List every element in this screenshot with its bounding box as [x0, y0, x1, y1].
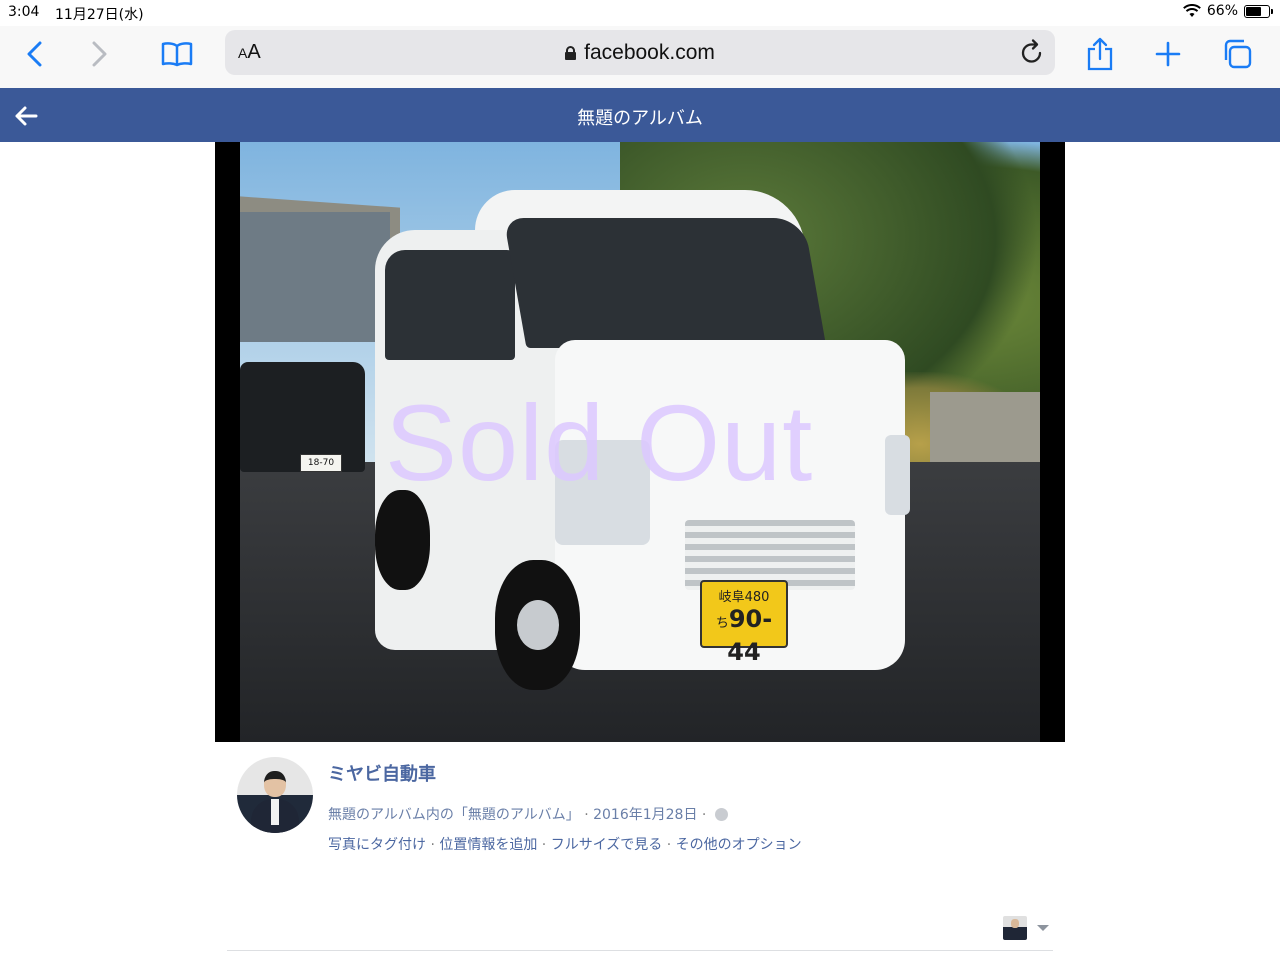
more-options-link[interactable]: その他のオプション: [676, 837, 802, 853]
plate-kana: ち: [715, 616, 729, 631]
url-display[interactable]: facebook.com: [225, 41, 1055, 65]
status-time: 3:04: [8, 4, 40, 20]
fb-header: 無題のアルバム: [0, 88, 1280, 142]
bookmarks-button[interactable]: [157, 34, 197, 74]
tabs-icon: [1224, 39, 1252, 69]
back-button[interactable]: [14, 34, 54, 74]
forward-chevron-icon: [92, 41, 107, 67]
van-windshield: [503, 218, 827, 348]
status-indicators: 66%: [1182, 3, 1273, 19]
divider: [227, 950, 1053, 951]
dark-car-plate: 18-70: [300, 454, 342, 472]
actions-separator: ·: [662, 837, 676, 853]
album-prefix: 無題のアルバム内の: [328, 807, 454, 823]
album-title: 無題のアルバム: [577, 108, 703, 129]
photo-dark-car: 18-70: [240, 362, 365, 472]
plate-number: 90-44: [727, 605, 773, 666]
commenter-avatar[interactable]: [1003, 916, 1027, 940]
meta-separator: ·: [579, 807, 594, 823]
back-chevron-icon: [27, 41, 42, 67]
tabs-button[interactable]: [1217, 34, 1257, 74]
address-bar[interactable]: AA facebook.com: [225, 30, 1055, 75]
van-rear-wheel: [375, 490, 430, 590]
bookmarks-book-icon: [161, 42, 193, 67]
wheel-hub: [517, 600, 559, 650]
actions-separator: ·: [426, 837, 440, 853]
post-meta: 無題のアルバム内の「無題のアルバム」 · 2016年1月28日 ·: [328, 804, 728, 824]
post-info: ミヤビ自動車 無題のアルバム内の「無題のアルバム」 · 2016年1月28日 ·…: [215, 742, 1065, 960]
album-link[interactable]: 「無題のアルバム」: [454, 807, 580, 823]
caret-down-icon[interactable]: [1037, 925, 1049, 931]
avatar-head: [264, 771, 286, 797]
wifi-icon: [1182, 4, 1201, 17]
reload-icon[interactable]: [1019, 38, 1045, 66]
url-text: facebook.com: [584, 41, 715, 64]
license-plate: 岐阜480 ち90-44: [700, 580, 788, 666]
photo-actions: 写真にタグ付け · 位置情報を追加 · フルサイズで見る · その他のオプション: [328, 834, 802, 854]
add-location-link[interactable]: 位置情報を追加: [439, 837, 537, 853]
browser-toolbar: AA facebook.com: [0, 26, 1280, 88]
view-full-size-link[interactable]: フルサイズで見る: [551, 837, 663, 853]
share-icon: [1087, 37, 1113, 71]
new-tab-button[interactable]: [1148, 34, 1188, 74]
post-date-link[interactable]: 2016年1月28日: [593, 807, 697, 823]
photo-frame: 18-70 岐阜480 ち90-44 Sold Out: [215, 142, 1065, 742]
avatar-shirt: [271, 799, 279, 825]
globe-privacy-icon: [714, 808, 728, 821]
sold-out-overlay: Sold Out: [385, 382, 814, 503]
status-bar: 3:04 11月27日(水) 66%: [0, 0, 1280, 26]
van-front-wheel: [495, 560, 580, 690]
battery-percent: 66%: [1206, 3, 1238, 19]
new-tab-plus-icon: [1155, 41, 1181, 67]
battery-level: [1246, 6, 1261, 16]
van-headlight-right: [885, 435, 910, 515]
actions-separator: ·: [537, 837, 551, 853]
photo-building: [240, 212, 390, 342]
forward-button[interactable]: [80, 34, 120, 74]
lock-icon: [565, 46, 577, 60]
album-photo[interactable]: 18-70 岐阜480 ち90-44 Sold Out: [240, 142, 1040, 742]
van-side-window: [385, 250, 515, 360]
share-button[interactable]: [1080, 34, 1120, 74]
page-name-link[interactable]: ミヤビ自動車: [328, 760, 436, 786]
page-avatar[interactable]: [237, 757, 313, 833]
meta-separator: ·: [697, 807, 711, 823]
status-date: 11月27日(水): [55, 7, 144, 23]
battery-icon: [1244, 4, 1273, 18]
tag-photo-link[interactable]: 写真にタグ付け: [328, 837, 426, 853]
plate-region: 岐阜480: [718, 590, 770, 605]
